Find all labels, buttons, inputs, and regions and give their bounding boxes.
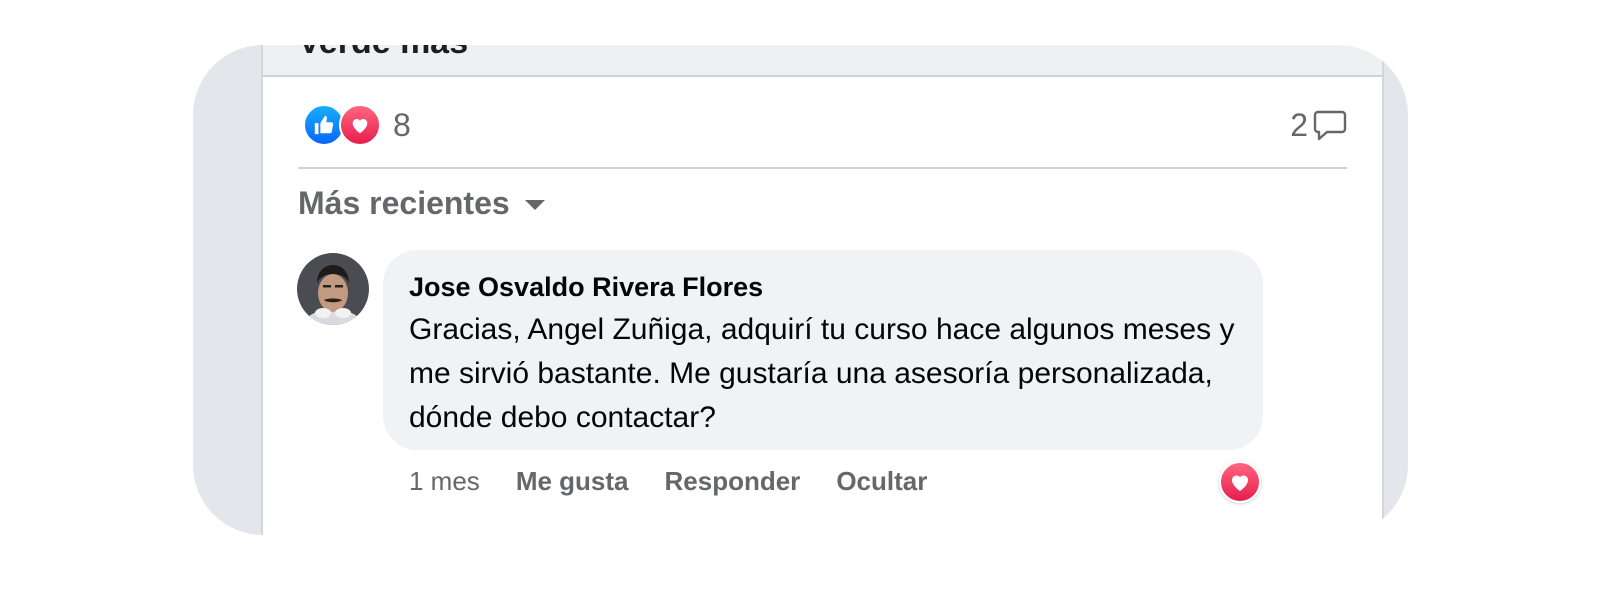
comment-actions: 1 mes Me gusta Responder Ocultar [409, 463, 927, 499]
comment-bubble: Jose Osvaldo Rivera Flores Gracias, Ange… [383, 250, 1263, 450]
love-icon [339, 104, 381, 146]
post-text-cutoff: Verde más [263, 45, 1382, 77]
like-button[interactable]: Me gusta [516, 466, 629, 497]
post-container: Verde más 8 2 Más recientes [261, 45, 1384, 535]
comments-count-button[interactable]: 2 [1290, 103, 1348, 147]
sort-dropdown[interactable]: Más recientes [298, 181, 546, 225]
comment-author[interactable]: Jose Osvaldo Rivera Flores [409, 272, 763, 303]
divider [298, 167, 1347, 169]
comment-timestamp[interactable]: 1 mes [409, 466, 480, 497]
comment-text: Gracias, Angel Zuñiga, adquirí tu curso … [409, 313, 1235, 434]
reaction-count: 8 [393, 106, 411, 143]
sort-label: Más recientes [298, 184, 510, 221]
comment-reaction-love-icon[interactable] [1219, 461, 1261, 503]
post-text: Verde más [298, 45, 468, 62]
hide-button[interactable]: Ocultar [836, 466, 927, 497]
avatar[interactable] [297, 253, 369, 325]
caret-down-icon [524, 200, 545, 210]
reactions-summary[interactable]: 8 [303, 103, 411, 147]
comment-bubble-icon [1313, 110, 1347, 141]
reply-button[interactable]: Responder [665, 466, 801, 497]
post-card: Verde más 8 2 Más recientes [193, 45, 1408, 535]
comment-count: 2 [1290, 106, 1308, 143]
